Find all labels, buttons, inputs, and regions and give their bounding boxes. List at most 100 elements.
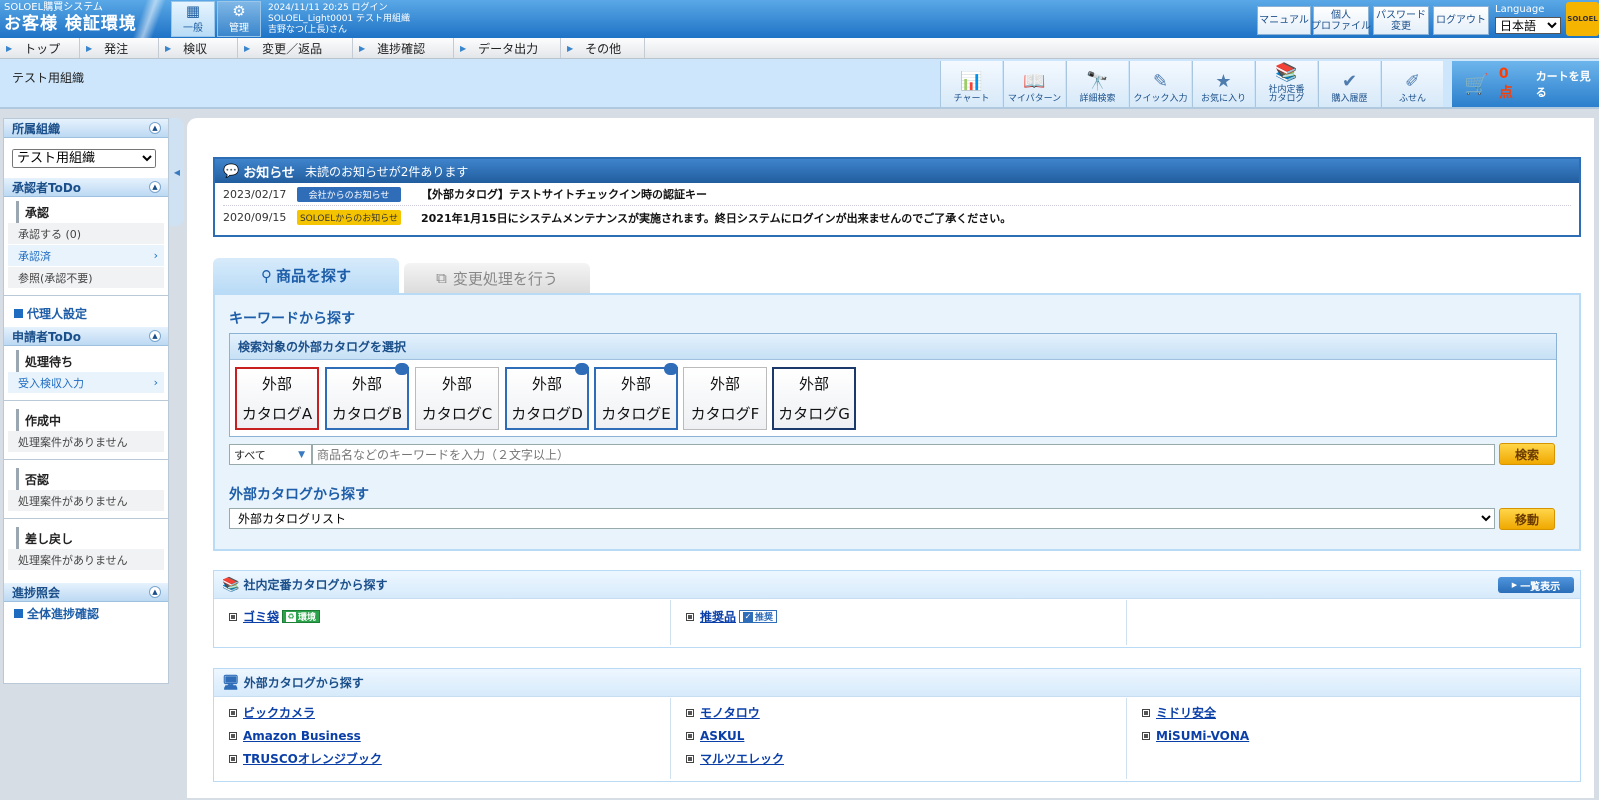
recommended-tag: ✓ 推奨 bbox=[739, 610, 778, 623]
password-change-button[interactable]: パスワード 変更 bbox=[1373, 6, 1429, 35]
org-select[interactable]: テスト用組織 bbox=[12, 148, 156, 168]
proxy-setting-link[interactable]: 代理人設定 bbox=[4, 302, 168, 324]
dropdown-caret-icon: ▼ bbox=[298, 449, 305, 460]
sidebar-collapse-toggle[interactable]: ◀ bbox=[170, 118, 184, 226]
advanced-search-tool[interactable]: 🔭 詳細検索 bbox=[1066, 61, 1128, 107]
tab-change-process[interactable]: ⧉ 変更処理を行う bbox=[404, 263, 590, 293]
collapse-icon[interactable]: ▲ bbox=[149, 181, 161, 193]
menu-data-output[interactable]: ▶ データ出力 bbox=[454, 38, 561, 58]
catalog-link[interactable]: ミドリ安全 bbox=[1156, 704, 1216, 721]
catalog-c-button[interactable]: 外部 カタログC bbox=[415, 367, 499, 430]
list-item: MiSUMi-VONA bbox=[1127, 724, 1581, 747]
catalog-link[interactable]: ASKUL bbox=[700, 729, 744, 743]
collapse-icon[interactable]: ▲ bbox=[149, 122, 161, 134]
row-label: 処理案件がありません bbox=[18, 553, 128, 567]
search-scope-select[interactable]: すべて ▼ bbox=[229, 444, 312, 465]
catalog-line2: カタログB bbox=[331, 404, 403, 423]
menu-inspection[interactable]: ▶ 検収 bbox=[159, 38, 238, 58]
org-section-header: 所属組織 ▲ bbox=[4, 119, 168, 138]
menu-label: 検収 bbox=[183, 41, 208, 56]
overall-progress-link[interactable]: 全体進捗確認 bbox=[4, 602, 168, 624]
catalog-link[interactable]: Amazon Business bbox=[243, 729, 361, 743]
collapse-icon[interactable]: ▲ bbox=[149, 586, 161, 598]
notice-row[interactable]: 2023/02/17 会社からのお知らせ 【外部カタログ】テストサイトチェックイ… bbox=[223, 183, 1571, 206]
search-button[interactable]: 検索 bbox=[1499, 443, 1555, 465]
menu-top[interactable]: ▶ トップ bbox=[0, 38, 80, 58]
link-label: 全体進捗確認 bbox=[27, 606, 100, 621]
collapse-icon[interactable]: ▲ bbox=[149, 330, 161, 342]
notice-row[interactable]: 2020/09/15 SOLOELからのお知らせ 2021年1月15日にシステム… bbox=[223, 206, 1571, 229]
catalog-link[interactable]: モノタロウ bbox=[700, 704, 760, 721]
catalog-a-button[interactable]: 外部 カタログA bbox=[235, 367, 319, 430]
menu-order[interactable]: ▶ 発注 bbox=[80, 38, 159, 58]
catalog-line2: カタログE bbox=[601, 404, 671, 423]
catalog-b-button[interactable]: 外部カタログB bbox=[325, 363, 409, 430]
menu-change-return[interactable]: ▶ 変更／返品 bbox=[238, 38, 353, 58]
external-col-3: ミドリ安全 MiSUMi-VONA bbox=[1126, 698, 1581, 779]
catalog-f-button[interactable]: 外部 カタログF bbox=[683, 367, 767, 430]
receive-inspection-row[interactable]: 受入検収入力 › bbox=[8, 372, 164, 394]
square-bullet-icon bbox=[229, 708, 237, 717]
list-item: モノタロウ bbox=[671, 701, 1126, 724]
reference-row[interactable]: 参照(承認不要) bbox=[8, 267, 164, 289]
chart-icon: 📊 bbox=[960, 71, 983, 92]
purchase-history-tool[interactable]: ✔ 購入履歴 bbox=[1318, 61, 1380, 107]
rejected-empty-row: 処理案件がありません bbox=[8, 490, 164, 512]
square-bullet-icon bbox=[1142, 731, 1150, 740]
catalog-link[interactable]: ビックカメラ bbox=[243, 704, 315, 721]
favorites-tool[interactable]: ★ お気に入り bbox=[1192, 61, 1254, 107]
menu-other[interactable]: ▶ その他 bbox=[561, 38, 645, 58]
catalog-link[interactable]: TRUSCOオレンジブック bbox=[243, 750, 382, 767]
manual-button[interactable]: マニュアル bbox=[1257, 6, 1311, 35]
section-title: 社内定番カタログから探す bbox=[243, 578, 388, 592]
logout-button[interactable]: ログアウト bbox=[1433, 6, 1489, 35]
rejected-subheading: 否認 bbox=[16, 468, 168, 490]
menu-progress[interactable]: ▶ 進捗確認 bbox=[353, 38, 454, 58]
toolbar-strip: テスト用組織 📊 チャート 📖 マイパターン 🔭 詳細検索 ✎ クイック入力 ★ お気に入… bbox=[0, 59, 1599, 109]
catalog-line1: 外部 bbox=[351, 374, 382, 393]
mode-general-button[interactable]: ▦ 一般 bbox=[171, 1, 215, 37]
profile-button[interactable]: 個人 プロファイル bbox=[1311, 6, 1371, 35]
internal-catalog-header: 📚 社内定番カタログから探す ▶ 一覧表示 bbox=[214, 571, 1580, 599]
square-bullet-icon bbox=[229, 612, 237, 621]
move-button[interactable]: 移動 bbox=[1499, 508, 1555, 530]
tool-label: 購入履歴 bbox=[1331, 94, 1368, 104]
square-bullet-icon bbox=[14, 308, 23, 318]
approve-count-row[interactable]: 承認する (0) bbox=[8, 223, 164, 245]
catalog-link[interactable]: ゴミ袋 bbox=[243, 608, 279, 625]
catalog-link[interactable]: マルツエレック bbox=[700, 750, 784, 767]
catalog-d-button[interactable]: 外部 カタログD bbox=[505, 363, 589, 430]
mode-admin-button[interactable]: ⚙ 管理 bbox=[217, 1, 261, 37]
tab-search-products[interactable]: ⚲ 商品を探す bbox=[213, 258, 399, 293]
catalog-e-button[interactable]: 外部カタログE bbox=[594, 363, 678, 430]
catalog-line1: 外部 bbox=[620, 374, 651, 393]
general-mode-icon: ▦ bbox=[185, 2, 201, 20]
square-bullet-icon bbox=[686, 708, 694, 717]
external-col-2: モノタロウ ASKUL マルツエレック bbox=[670, 698, 1126, 779]
menu-label: トップ bbox=[24, 41, 61, 56]
internal-catalog-tool[interactable]: 📚 社内定番 カタログ bbox=[1255, 61, 1317, 107]
history-icon: ✔ bbox=[1341, 71, 1358, 92]
sticky-note-tool[interactable]: ✐ ふせん bbox=[1381, 61, 1443, 107]
external-catalog-select[interactable]: 外部カタログリスト bbox=[229, 508, 1495, 529]
my-pattern-tool[interactable]: 📖 マイパターン bbox=[1003, 61, 1065, 107]
tool-label: チャート bbox=[953, 94, 990, 104]
catalog-icon: 📚 bbox=[1275, 62, 1298, 83]
scope-value: すべて bbox=[234, 448, 266, 462]
section-title: 進捗照会 bbox=[12, 585, 61, 600]
language-select[interactable]: 日本語 bbox=[1495, 17, 1561, 34]
approval-subheading: 承認 bbox=[16, 201, 168, 223]
cart-button[interactable]: 🛒 0点 カートを見る bbox=[1452, 61, 1599, 107]
triangle-right-icon: ▶ bbox=[244, 43, 251, 53]
row-label: 処理案件がありません bbox=[18, 435, 128, 449]
catalog-link[interactable]: MiSUMi-VONA bbox=[1156, 729, 1249, 743]
list-view-button[interactable]: ▶ 一覧表示 bbox=[1498, 577, 1574, 593]
approved-row[interactable]: 承認済 › bbox=[8, 245, 164, 267]
catalog-g-button[interactable]: 外部 カタログG bbox=[772, 367, 856, 430]
keyword-search-input[interactable] bbox=[312, 444, 1495, 465]
chart-tool[interactable]: 📊 チャート bbox=[940, 61, 1002, 107]
internal-catalog-section: 📚 社内定番カタログから探す ▶ 一覧表示 ゴミ袋 ♻ 環境 推奨品 ✓ 推奨 bbox=[213, 570, 1581, 648]
quick-input-tool[interactable]: ✎ クイック入力 bbox=[1129, 61, 1191, 107]
notice-badge: SOLOELからのお知らせ bbox=[297, 210, 401, 225]
catalog-link[interactable]: 推奨品 bbox=[700, 608, 736, 625]
